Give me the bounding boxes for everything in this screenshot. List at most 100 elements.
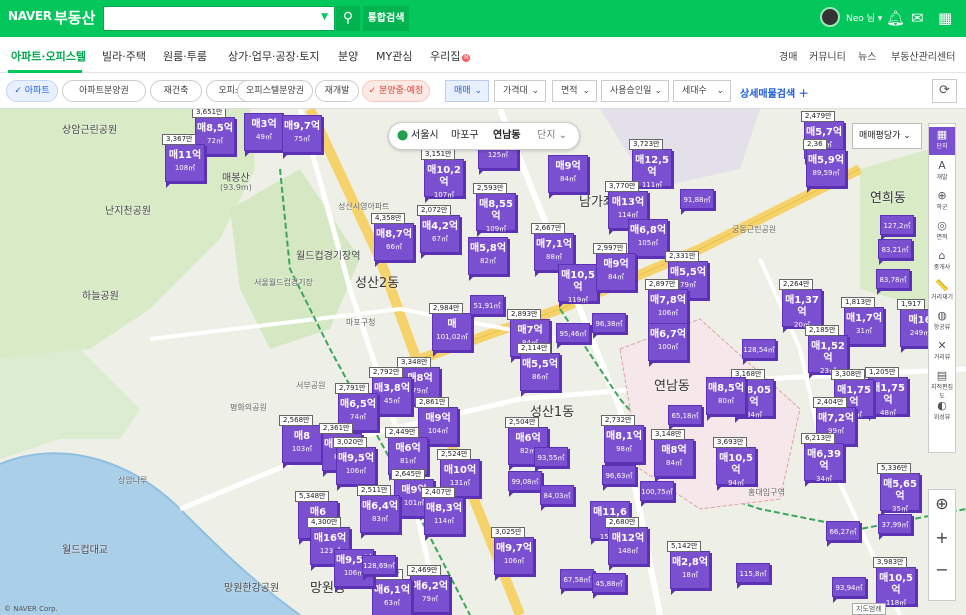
tab-apartment[interactable]: 아파트·오피스텔 <box>11 48 86 64</box>
tool-aerial[interactable]: ◍ 항공뷰 <box>929 310 955 332</box>
tool-development[interactable]: A 개발 <box>929 160 955 182</box>
bell-icon[interactable]: 🔔︎ <box>886 9 905 27</box>
area-marker[interactable]: 91,88㎡ <box>680 189 714 215</box>
select-area[interactable]: 면적 ⌄ <box>552 80 597 102</box>
chip-reconstruction[interactable]: 재건축 <box>150 80 202 102</box>
zoom-out-button[interactable]: − <box>929 560 955 579</box>
price-marker[interactable]: 2,469만 매6,2억 79㎡ <box>407 565 450 615</box>
price-marker[interactable]: 1,205만 매1,75억 48㎡ <box>865 367 908 421</box>
zoom-in-button[interactable]: + <box>929 528 955 547</box>
area-marker[interactable]: 37,99㎡ <box>878 514 912 540</box>
price-marker[interactable]: 3,983만 매10,5억 118㎡ <box>873 557 916 611</box>
price-marker[interactable]: 2,732만 매8,1억 98㎡ <box>601 415 644 469</box>
area-marker[interactable]: 93,55㎡ <box>534 447 568 473</box>
service-title[interactable]: 부동산 <box>54 7 95 28</box>
link-agent-center[interactable]: 부동산관리센터 <box>891 48 955 63</box>
price-marker[interactable]: 2,511만 매6,4억 83㎡ <box>357 485 400 539</box>
tool-complex[interactable]: ▦ 단지 <box>929 127 955 155</box>
user-name[interactable]: Neo 님 ▾ <box>846 11 882 24</box>
area-marker[interactable]: 100,75㎡ <box>640 481 674 507</box>
chip-apartment[interactable]: ✓ 아파트 <box>6 80 58 102</box>
price-marker[interactable]: 매10,5억 119㎡ <box>558 264 598 308</box>
select-approval-date[interactable]: 사용승인일 ⌄ <box>601 80 669 102</box>
price-marker[interactable]: 3,151만 매10,2억 107㎡ <box>421 149 464 203</box>
price-marker[interactable]: 2,185만 매1,52억 23㎡ <box>805 325 848 379</box>
tool-school[interactable]: ⊕ 학군 <box>929 190 955 212</box>
area-marker[interactable]: 128,54㎡ <box>742 339 776 365</box>
area-marker[interactable]: 96,63㎡ <box>602 465 636 491</box>
price-marker[interactable]: 매9,7억 75㎡ <box>282 115 322 159</box>
price-marker[interactable]: 3,025만 매9,7억 106㎡ <box>491 527 534 581</box>
price-marker[interactable]: 3,367만 매11억 108㎡ <box>162 134 205 188</box>
area-marker[interactable]: 99,08㎡ <box>508 471 542 497</box>
area-marker[interactable]: 96,38㎡ <box>592 313 626 339</box>
price-marker[interactable]: 매9억 84㎡ <box>548 155 588 199</box>
area-marker[interactable]: 83,21㎡ <box>878 239 912 265</box>
price-marker[interactable]: 3,693만 매10,5억 94㎡ <box>713 437 756 491</box>
area-marker[interactable]: 115,8㎡ <box>736 563 770 589</box>
price-marker[interactable]: 6,213만 매6,39억 34㎡ <box>801 433 844 487</box>
select-households[interactable]: 세대수 ⌄ <box>673 80 731 102</box>
area-marker[interactable]: 83,78㎡ <box>876 269 910 295</box>
breadcrumb-dong[interactable]: 연남동 <box>493 123 521 149</box>
tab-my-interest[interactable]: MY관심 <box>376 48 412 64</box>
price-marker[interactable]: 매8,5억 80㎡ <box>706 377 746 421</box>
chip-apartment-presale[interactable]: 아파트분양권 <box>62 80 146 102</box>
tool-cadastral[interactable]: ▤ 지적편집도 <box>929 370 955 401</box>
price-marker[interactable]: 2,072만 매4,2억 67㎡ <box>417 205 460 259</box>
price-marker[interactable]: 매6,7억 100㎡ <box>648 323 688 367</box>
tool-street[interactable]: ✕ 거리뷰 <box>929 340 955 362</box>
area-marker[interactable]: 95,46㎡ <box>556 323 590 349</box>
price-marker[interactable]: 2,593만 매8,55억 109㎡ <box>473 183 516 237</box>
tool-satellite[interactable]: ◐ 위성뷰 <box>929 400 955 422</box>
map-legend-button[interactable]: 지도범례 <box>852 603 886 615</box>
select-price[interactable]: 가격대 ⌄ <box>494 80 546 102</box>
price-marker[interactable]: 2,407만 매8,3억 114㎡ <box>421 487 464 541</box>
price-marker[interactable]: 2,984만 매 101,02㎡ <box>429 303 472 357</box>
search-icon[interactable]: ⚲ <box>336 6 360 31</box>
tab-my-home[interactable]: 우리집 N <box>430 48 471 64</box>
breadcrumb[interactable]: ⬤ 서울시 마포구 연남동 단지 ⌄ <box>388 122 580 150</box>
price-marker[interactable]: 2,264만 매1,37억 20㎡ <box>779 279 822 333</box>
tab-villa[interactable]: 빌라·주택 <box>102 48 146 64</box>
area-marker[interactable]: 84,03㎡ <box>540 485 574 511</box>
map-canvas[interactable]: 상암근린공원 매봉산 (93.9m) 난지천공원 성산시영아파트 월드컵경기장역… <box>0 109 966 615</box>
area-marker[interactable]: 65,18㎡ <box>668 405 702 431</box>
price-marker[interactable]: 3,020만 매9,5억 106㎡ <box>333 437 376 491</box>
area-marker[interactable]: 93,94㎡ <box>832 577 866 603</box>
select-trade-type[interactable]: 매매 ⌄ <box>445 80 489 102</box>
price-marker[interactable]: 1,813만 매1,7억 31㎡ <box>841 297 884 351</box>
area-marker[interactable]: 128,69㎡ <box>362 555 396 581</box>
tool-agent[interactable]: ⌂ 중개사 <box>929 250 955 272</box>
area-marker[interactable]: 51,91㎡ <box>470 295 504 321</box>
refresh-icon[interactable]: ⟳ <box>932 79 957 103</box>
tab-presale[interactable]: 분양 <box>338 48 358 64</box>
tab-commercial[interactable]: 상가·업무·공장·토지 <box>228 48 319 64</box>
area-marker[interactable]: 67,58㎡ <box>560 569 594 595</box>
breadcrumb-district[interactable]: 마포구 <box>451 123 479 149</box>
breadcrumb-mode[interactable]: 단지 ⌄ <box>537 123 567 149</box>
price-marker[interactable]: 4,358만 매8,7억 66㎡ <box>371 213 414 267</box>
price-type-select[interactable]: 매매평당가 ⌄ <box>852 123 922 149</box>
integrated-search-button[interactable]: 통합검색 <box>363 6 409 31</box>
tab-oneroom[interactable]: 원룸·투룸 <box>163 48 207 64</box>
price-marker[interactable]: 매6,8억 105㎡ <box>628 219 668 263</box>
price-marker[interactable]: 2,114만 매5,5억 86㎡ <box>517 343 560 397</box>
price-marker[interactable]: 매5,8억 82㎡ <box>468 237 508 281</box>
apps-grid-icon[interactable]: ▦ <box>938 9 952 27</box>
chip-presale-upcoming[interactable]: ✓ 분양중·예정 <box>362 80 430 102</box>
tool-area[interactable]: ◎ 면적 <box>929 220 955 242</box>
price-marker[interactable]: 2,680만 매12억 148㎡ <box>605 517 648 571</box>
price-marker[interactable]: 2,36 매5,9억 89,59㎡ <box>803 139 846 193</box>
price-marker[interactable]: 2,997만 매9억 84㎡ <box>593 243 636 297</box>
naver-logo[interactable]: NAVER <box>8 9 52 23</box>
chip-redevelopment[interactable]: 재개발 <box>315 80 359 102</box>
tool-distance[interactable]: 📏 거리재기 <box>929 280 955 302</box>
mail-icon[interactable]: ✉ <box>911 9 924 27</box>
area-marker[interactable]: 45,88㎡ <box>592 573 626 599</box>
price-marker[interactable]: 3,148만 매8억 84㎡ <box>651 429 694 483</box>
price-marker[interactable]: 5,142만 매2,8억 18㎡ <box>667 541 710 595</box>
price-marker[interactable]: 2,897만 매7,8억 106㎡ <box>645 279 688 333</box>
link-auction[interactable]: 경매 <box>779 48 797 63</box>
price-marker[interactable]: 5,336만 매5,65억 35㎡ <box>877 463 920 517</box>
